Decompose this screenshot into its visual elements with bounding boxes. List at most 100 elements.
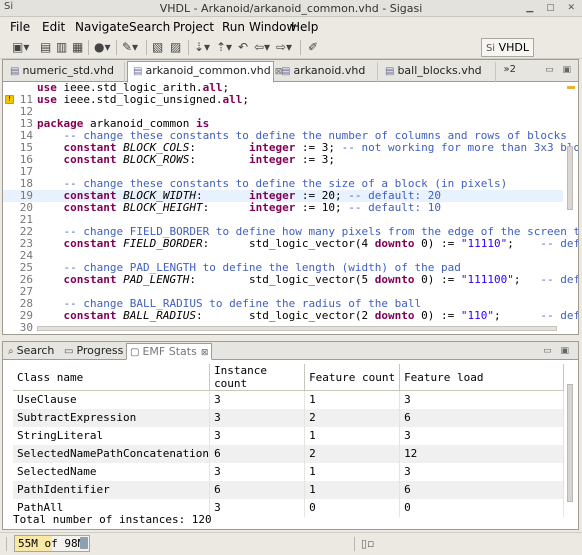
title-bar: Si VHDL - Arkanoid/arkanoid_common.vhd -… — [0, 0, 582, 17]
editor-minmax-icons[interactable]: ▭ ▣ — [545, 65, 574, 75]
table-row[interactable]: StringLiteral 3 1 3 — [13, 426, 565, 445]
menu-help[interactable]: Help — [291, 18, 318, 34]
menu-window[interactable]: Window — [249, 18, 296, 34]
code-line[interactable]: 16 constant BLOCK_ROWS: integer := 3; — [3, 154, 563, 166]
cell-instance-count: 3 — [209, 390, 306, 409]
cell-feature-load: 3 — [399, 462, 565, 481]
horizontal-scrollbar[interactable] — [37, 324, 557, 332]
stats-view-icon: ▢ — [130, 347, 140, 358]
tab-progress[interactable]: ▭ Progress — [61, 343, 125, 360]
forward-icon[interactable]: ⇨▾ — [276, 40, 292, 55]
code-text: constant BLOCK_HEIGHT: integer := 10; --… — [63, 201, 442, 214]
window-controls[interactable]: ▁ ▢ ✕ — [526, 3, 580, 13]
menu-run[interactable]: Run — [222, 18, 245, 34]
table-scroll-thumb[interactable] — [567, 384, 573, 502]
prev-annotation-icon[interactable]: ⇡▾ — [216, 40, 232, 55]
sigasi-icon: Si — [485, 43, 496, 54]
menu-project[interactable]: Project — [173, 18, 214, 34]
back-icon[interactable]: ⇦▾ — [254, 40, 270, 55]
cell-feature-load: 12 — [399, 444, 565, 463]
toolbar-separator — [146, 40, 147, 55]
print-icon[interactable]: ▦ — [72, 40, 83, 55]
horizontal-scroll-thumb[interactable] — [37, 326, 557, 331]
vhdl-file-icon: ▤ — [385, 66, 395, 77]
heap-used: 55M — [18, 537, 38, 550]
table-row[interactable]: UseClause 3 1 3 — [13, 390, 565, 409]
code-line[interactable]: 23 constant FIELD_BORDER: std_logic_vect… — [3, 238, 578, 250]
table-row[interactable]: SelectedName 3 1 3 — [13, 462, 565, 481]
code-editor[interactable]: use ieee.std_logic_arith.all; 11 use ieee.… — [3, 82, 578, 334]
cell-class-name: UseClause — [13, 390, 211, 409]
cell-instance-count: 3 — [209, 498, 306, 517]
cell-feature-count: 2 — [304, 408, 401, 427]
tab-overflow-button[interactable]: »2 — [504, 64, 517, 75]
block-icon[interactable]: ▨ — [170, 40, 181, 55]
scroll-thumb[interactable] — [567, 146, 573, 210]
view-minmax-icons[interactable]: ▭ ▣ — [543, 346, 572, 356]
tab-emf-stats[interactable]: ▢ EMF Stats ⊠ — [126, 343, 212, 360]
status-separator — [6, 537, 7, 551]
tab-ball-blocks[interactable]: ▤ ball_blocks.vhd — [380, 62, 496, 82]
pin-icon[interactable]: ✐ — [308, 40, 318, 55]
toolbar-separator — [300, 40, 301, 55]
column-header-feature-count[interactable]: Feature count — [304, 364, 401, 391]
editor-area: ▤ numeric_std.vhd ▤ arkanoid_common.vhd ⊠ ▤… — [2, 59, 579, 335]
cell-feature-load: 0 — [399, 498, 565, 517]
column-header-feature-load[interactable]: Feature load — [399, 364, 565, 391]
tools-icon[interactable]: ✎▾ — [122, 40, 138, 55]
tab-numeric-std[interactable]: ▤ numeric_std.vhd — [5, 62, 125, 82]
save-icon[interactable]: ▤ — [40, 40, 51, 55]
toolbar-separator — [188, 40, 189, 55]
close-tab-icon[interactable]: ⊠ — [201, 348, 209, 358]
last-edit-icon[interactable]: ↶ — [238, 40, 248, 55]
vertical-scrollbar[interactable] — [564, 84, 576, 319]
run-icon[interactable]: ●▾ — [94, 40, 111, 55]
code-line[interactable]: 26 constant PAD_LENGTH: std_logic_vector… — [3, 274, 578, 286]
save-all-icon[interactable]: ▥ — [56, 40, 67, 55]
table-row[interactable]: SelectedNamePathConcatenation 6 2 12 — [13, 444, 565, 463]
tab-arkanoid-common[interactable]: ▤ arkanoid_common.vhd ⊠ — [127, 61, 282, 83]
cell-feature-count: 1 — [304, 426, 401, 445]
cell-instance-count: 3 — [209, 408, 306, 427]
fast-view-icon[interactable]: ▯▫ — [361, 537, 375, 550]
menu-file[interactable]: File — [10, 18, 30, 34]
trash-icon[interactable] — [80, 537, 88, 549]
heap-status[interactable]: 55M of 98M — [14, 535, 90, 552]
menu-edit[interactable]: Edit — [42, 18, 65, 34]
table-scrollbar[interactable] — [565, 384, 575, 504]
code-text: constant FIELD_BORDER: std_logic_vector(… — [63, 237, 579, 250]
main-toolbar: ▣▾ ▤ ▥ ▦ ●▾ ✎▾ ▧ ▨ ⇣▾ ⇡▾ ↶ ⇦▾ ⇨▾ ✐ Si VH… — [0, 36, 582, 59]
cell-class-name: PathIdentifier — [13, 480, 211, 499]
code-lines: use ieee.std_logic_arith.all; 11 use ieee.… — [3, 82, 578, 334]
table-row[interactable]: PathIdentifier 6 1 6 — [13, 480, 565, 499]
next-annotation-icon[interactable]: ⇣▾ — [194, 40, 210, 55]
tab-search[interactable]: ⌕ Search — [5, 343, 59, 360]
toggle-icon[interactable]: ▧ — [152, 40, 163, 55]
heap-of: of — [44, 537, 58, 550]
cell-feature-load: 3 — [399, 390, 565, 409]
new-icon[interactable]: ▣▾ — [12, 40, 29, 55]
vhdl-file-icon: ▤ — [133, 66, 143, 77]
menu-navigate[interactable]: Navigate — [75, 18, 129, 34]
cell-instance-count: 3 — [209, 426, 306, 445]
code-line[interactable]: 29 constant BALL_RADIUS: std_logic_vecto… — [3, 310, 578, 322]
warning-marker[interactable] — [567, 86, 575, 89]
column-header-instance-count[interactable]: Instance count — [209, 364, 306, 391]
warning-icon[interactable]: ! — [5, 95, 14, 104]
cell-feature-load: 3 — [399, 426, 565, 445]
tab-arkanoid[interactable]: ▤ arkanoid.vhd — [276, 62, 378, 82]
progress-icon: ▭ — [64, 346, 74, 357]
code-line[interactable]: 20 constant BLOCK_HEIGHT: integer := 10;… — [3, 202, 563, 214]
line-number: 30 — [19, 321, 33, 334]
cell-class-name: StringLiteral — [13, 426, 211, 445]
vhdl-perspective-button[interactable]: Si VHDL — [480, 38, 534, 57]
code-text: constant BLOCK_ROWS: integer := 3; — [63, 153, 336, 166]
cell-feature-count: 1 — [304, 390, 401, 409]
menu-bar: File Edit Navigate Search Project Run Wi… — [0, 17, 582, 36]
code-line[interactable]: 11 use ieee.std_logic_unsigned.all;! — [3, 94, 563, 106]
menu-search[interactable]: Search — [129, 18, 170, 34]
code-text: constant PAD_LENGTH: std_logic_vector(5 … — [63, 273, 579, 286]
table-row[interactable]: SubtractExpression 3 2 6 — [13, 408, 565, 427]
column-header-class-name[interactable]: Class name — [13, 364, 211, 391]
vhdl-file-icon: ▤ — [10, 66, 20, 77]
